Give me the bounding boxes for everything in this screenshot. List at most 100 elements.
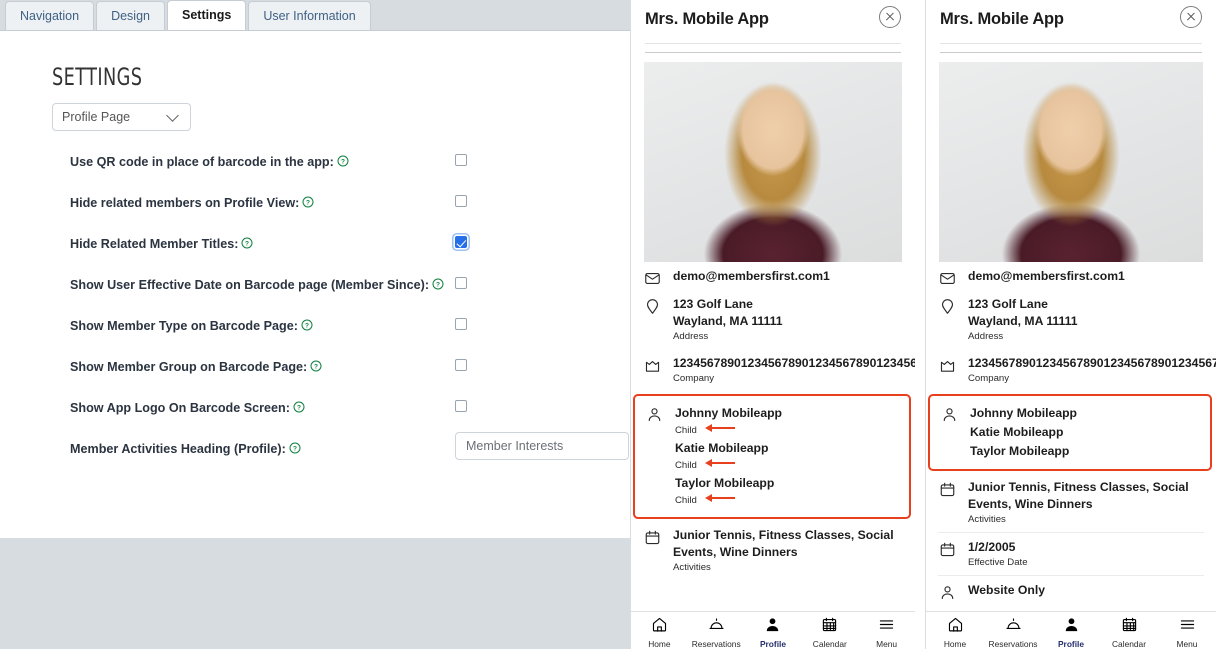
field-value: demo@membersfirst.com1 (673, 269, 830, 283)
help-circle-icon[interactable]: ? (289, 439, 301, 454)
setting-label-text: Hide related members on Profile View: (70, 196, 300, 210)
tab-reservations[interactable]: Reservations (984, 616, 1042, 649)
related-member-name: Taylor Mobileapp (675, 476, 775, 490)
settings-card: SETTINGS Profile Page Use QR code in pla… (0, 30, 630, 538)
related-member-title: Child (675, 423, 899, 439)
bottom-tab-bar: Home Reservations Profile Calendar Menu (926, 611, 1216, 649)
callout-arrow-icon (704, 459, 735, 467)
field-label: Address (673, 331, 709, 342)
page-title: SETTINGS (52, 63, 143, 91)
close-circle-icon[interactable] (1180, 6, 1202, 28)
related-member-title-text: Child (675, 460, 697, 471)
close-circle-icon[interactable] (879, 6, 901, 28)
hamburger-menu-icon (1179, 620, 1196, 637)
setting-label: Hide Related Member Titles:? (70, 233, 253, 255)
profile-field: demo@membersfirst.com1 (926, 262, 1216, 290)
tab-calendar[interactable]: Calendar (801, 616, 858, 649)
profile-field: demo@membersfirst.com1 (631, 262, 915, 290)
tab-label: Home (648, 639, 671, 649)
tab-settings[interactable]: Settings (167, 0, 247, 30)
checkbox-show-member-type-on-barcode-page[interactable] (455, 318, 467, 330)
setting-control (455, 154, 467, 166)
help-circle-icon[interactable]: ? (293, 398, 305, 413)
related-member-title-text: Child (675, 495, 697, 506)
tab-home[interactable]: Home (631, 616, 688, 649)
calendar-icon (939, 481, 957, 499)
setting-label-text: Show Member Type on Barcode Page: (70, 319, 298, 333)
map-pin-icon (939, 298, 957, 316)
activities-field: Junior Tennis, Fitness Classes, Social E… (631, 521, 915, 580)
setting-label: Member Activities Heading (Profile):? (70, 438, 301, 460)
field-value: 12345678901234567890123456789012345678​9 (673, 356, 915, 370)
tab-home[interactable]: Home (926, 616, 984, 649)
envelope-icon (939, 270, 957, 288)
field-value-2: Wayland, MA 11111 (968, 314, 1078, 328)
input-member-activities-heading-profile[interactable] (455, 432, 629, 460)
tab-label: Reservations (988, 639, 1038, 649)
field-label: Company (673, 373, 715, 384)
calendar-icon (644, 529, 662, 547)
tab-label: Reservations (691, 639, 741, 649)
related-member-title: Child (675, 493, 899, 509)
home-icon (651, 617, 668, 637)
help-circle-icon[interactable]: ? (432, 275, 444, 290)
divider (940, 43, 1202, 44)
help-circle-icon[interactable]: ? (337, 152, 349, 167)
tab-user-information[interactable]: User Information (248, 1, 371, 30)
bottom-tab-bar: Home Reservations Profile Calendar Menu (631, 611, 915, 649)
page-select[interactable]: Profile Page (52, 103, 191, 131)
tab-calendar[interactable]: Calendar (1100, 616, 1158, 649)
tab-navigation[interactable]: Navigation (5, 1, 95, 30)
checkbox-use-qr-code-in-place-of-barcode-in-the-app[interactable] (455, 154, 467, 166)
briefcase-icon (939, 357, 957, 375)
tab-menu[interactable]: Menu (1158, 616, 1216, 649)
checkbox-hide-related-member-titles[interactable] (455, 236, 467, 248)
setting-control (455, 318, 467, 330)
person-icon (939, 584, 957, 602)
tab-design[interactable]: Design (96, 1, 165, 30)
setting-row: Hide Related Member Titles:? (0, 233, 630, 274)
profile-field: 12345678901234567890123456789012345678​9… (631, 349, 915, 391)
bell-service-icon (708, 618, 725, 637)
checkbox-show-app-logo-on-barcode-screen[interactable] (455, 400, 467, 412)
tab-reservations[interactable]: Reservations (688, 616, 745, 649)
field-label: Activities (673, 562, 711, 573)
svg-text:?: ? (297, 404, 301, 411)
preview-title: Mrs. Mobile App (645, 10, 769, 28)
related-member-name: Johnny Mobileapp (675, 406, 782, 420)
checkbox-show-user-effective-date-on-barcode-page-member-since[interactable] (455, 277, 467, 289)
divider (645, 43, 901, 44)
calendar-grid-icon (1121, 617, 1138, 637)
tab-profile[interactable]: Profile (1042, 616, 1100, 649)
help-circle-icon[interactable]: ? (241, 234, 253, 249)
setting-control (455, 400, 467, 412)
setting-row: Show Member Type on Barcode Page:? (0, 315, 630, 356)
checkbox-show-member-group-on-barcode-page[interactable] (455, 359, 467, 371)
preview-header: Mrs. Mobile App (926, 0, 1216, 40)
bell-service-icon (1005, 618, 1022, 637)
tab-profile[interactable]: Profile (745, 616, 802, 649)
setting-label: Hide related members on Profile View:? (70, 192, 314, 214)
tab-menu[interactable]: Menu (858, 616, 915, 649)
tab-strip: Navigation Design Settings User Information (0, 0, 630, 30)
help-circle-icon[interactable]: ? (301, 316, 313, 331)
field-value: Junior Tennis, Fitness Classes, Social E… (968, 480, 1189, 511)
field-value: Website Only (968, 583, 1045, 597)
setting-row: Member Activities Heading (Profile):? (0, 432, 630, 479)
field-value: 123 Golf Lane (968, 297, 1048, 311)
checkbox-hide-related-members-on-profile-view[interactable] (455, 195, 467, 207)
help-circle-icon[interactable]: ? (310, 357, 322, 372)
divider (940, 52, 1202, 53)
svg-text:?: ? (314, 363, 318, 370)
help-circle-icon[interactable]: ? (302, 193, 314, 208)
profile-field: 123 Golf Lane Wayland, MA 11111 Address (926, 290, 1216, 349)
setting-row: Hide related members on Profile View:? (0, 192, 630, 233)
field-value: Junior Tennis, Fitness Classes, Social E… (673, 528, 894, 559)
related-member-name: Katie Mobileapp (970, 425, 1064, 439)
field-value: demo@membersfirst.com1 (968, 269, 1125, 283)
field-value: 1/2/2005 (968, 540, 1016, 554)
person-icon (646, 406, 664, 424)
field-value: 123 Golf Lane (673, 297, 753, 311)
member-type-field: Website Only (926, 576, 1216, 604)
profile-field: 1234567890123456789012345678901234567890… (926, 349, 1216, 391)
